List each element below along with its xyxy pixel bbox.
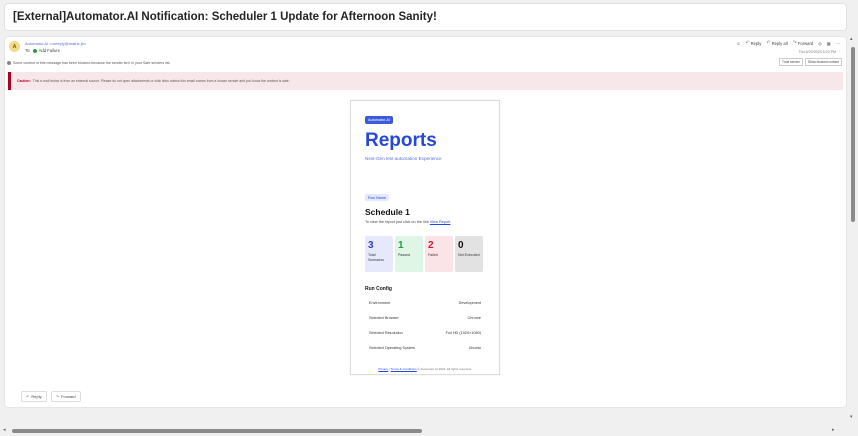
caution-label: Caution: xyxy=(17,79,31,83)
stat-passed: 1 Passed xyxy=(395,236,423,272)
emoji-icon[interactable]: ☺ xyxy=(736,41,740,46)
bottom-reply-button[interactable]: ↶ Reply xyxy=(21,391,47,402)
forward-icon: ↷ xyxy=(55,394,59,399)
reply-all-icon: ↶ xyxy=(766,40,771,46)
vertical-scroll-thumb[interactable] xyxy=(851,47,855,222)
privacy-link[interactable]: Privacy xyxy=(378,367,388,371)
stat-value: 3 xyxy=(368,240,374,251)
run-config-title: Run Config xyxy=(365,286,392,292)
presence-dot-icon xyxy=(32,48,37,53)
caution-text: This e-mail below is from an external so… xyxy=(32,79,290,83)
vertical-scrollbar[interactable]: ▴ ▾ xyxy=(849,36,857,426)
scroll-down-arrow-icon[interactable]: ▾ xyxy=(850,414,853,420)
message-date: Thu 6/22/2023 5:22 PM xyxy=(798,50,836,54)
scroll-up-arrow-icon[interactable]: ▴ xyxy=(850,36,853,42)
apps-icon[interactable]: ◎ xyxy=(818,41,822,46)
trust-sender-button[interactable]: Trust sender xyxy=(779,58,803,66)
message-actions: ☺ ↶ Reply ↶ Reply all ↷ Forward ◎ ▦ ··· xyxy=(736,40,840,46)
config-row-browser: Selected Browser Chrome xyxy=(369,316,481,320)
stat-label: Passed xyxy=(398,253,410,257)
run-name-label: Run Name xyxy=(365,194,390,201)
stat-value: 0 xyxy=(458,240,464,251)
blocked-content-bar: Some content in this message has been bl… xyxy=(5,58,846,67)
more-options-icon[interactable]: ··· xyxy=(836,41,840,46)
recipient-name[interactable]: Add Failure xyxy=(39,48,60,53)
horizontal-scroll-thumb[interactable] xyxy=(12,429,422,433)
scroll-right-arrow-icon[interactable]: ▸ xyxy=(832,427,835,433)
config-row-environment: Environment Development xyxy=(369,301,481,305)
view-report-text: To view the report just click on the lin… xyxy=(365,220,451,224)
subject-bar: [External]Automator.AI Notification: Sch… xyxy=(4,3,847,31)
blocked-message: Some content in this message has been bl… xyxy=(13,60,171,65)
message-pane: A Automator.AI <noreply@matrix.jb> To: A… xyxy=(4,36,847,408)
stat-not-executed: 0 Not Executed xyxy=(455,236,483,272)
stat-failed: 2 Failed xyxy=(425,236,453,272)
brand-badge: Automator.AI xyxy=(365,116,393,124)
email-body-card: Automator.AI Reports Next-Gen test autom… xyxy=(350,100,500,375)
bottom-actions: ↶ Reply ↷ Forward xyxy=(21,391,81,402)
reply-icon: ↶ xyxy=(745,40,750,46)
sender-avatar[interactable]: A xyxy=(9,41,20,52)
reply-button[interactable]: ↶ Reply xyxy=(745,40,761,46)
stat-value: 1 xyxy=(398,240,404,251)
reply-icon: ↶ xyxy=(26,394,30,399)
stat-label: Failed xyxy=(428,253,438,257)
email-subject: [External]Automator.AI Notification: Sch… xyxy=(13,11,437,23)
config-row-os: Selected Operating System Ubuntu xyxy=(369,346,481,350)
scroll-left-arrow-icon[interactable]: ◂ xyxy=(3,427,6,433)
forward-button[interactable]: ↷ Forward xyxy=(793,40,814,46)
to-label: To: xyxy=(25,48,31,53)
config-row-resolution: Selected Resolution Full HD (1920×1080) xyxy=(369,331,481,335)
info-icon xyxy=(7,60,11,65)
sender-address[interactable]: Automator.AI <noreply@matrix.jb> xyxy=(25,41,86,46)
stat-label: Total Scenarios xyxy=(368,253,384,262)
stat-value: 2 xyxy=(428,240,434,251)
show-blocked-content-button[interactable]: Show blocked content xyxy=(804,58,842,66)
tagline: Next-Gen test automation Experience xyxy=(365,156,442,161)
recipient-line: To: Add Failure xyxy=(25,48,60,53)
reply-all-button[interactable]: ↶ Reply all xyxy=(766,40,787,46)
schedule-name: Schedule 1 xyxy=(365,207,410,217)
forward-icon: ↷ xyxy=(792,40,797,46)
stat-total-scenarios: 3 Total Scenarios xyxy=(365,236,393,272)
caution-banner: Caution: This e-mail below is from an ex… xyxy=(8,72,843,90)
bottom-forward-button[interactable]: ↷ Forward xyxy=(50,391,81,402)
blocked-actions: Trust sender Show blocked content xyxy=(779,58,842,66)
horizontal-scrollbar[interactable]: ◂ ▸ xyxy=(0,425,858,436)
calendar-icon[interactable]: ▦ xyxy=(827,41,831,46)
terms-link[interactable]: Terms & Conditions xyxy=(391,367,417,371)
reports-title: Reports xyxy=(365,130,437,151)
view-report-link[interactable]: View Report xyxy=(430,220,451,224)
email-footer: Privacy | Terms & Conditions © Automator… xyxy=(378,367,472,371)
message-header: A Automator.AI <noreply@matrix.jb> To: A… xyxy=(5,37,846,57)
stat-label: Not Executed xyxy=(458,253,480,257)
